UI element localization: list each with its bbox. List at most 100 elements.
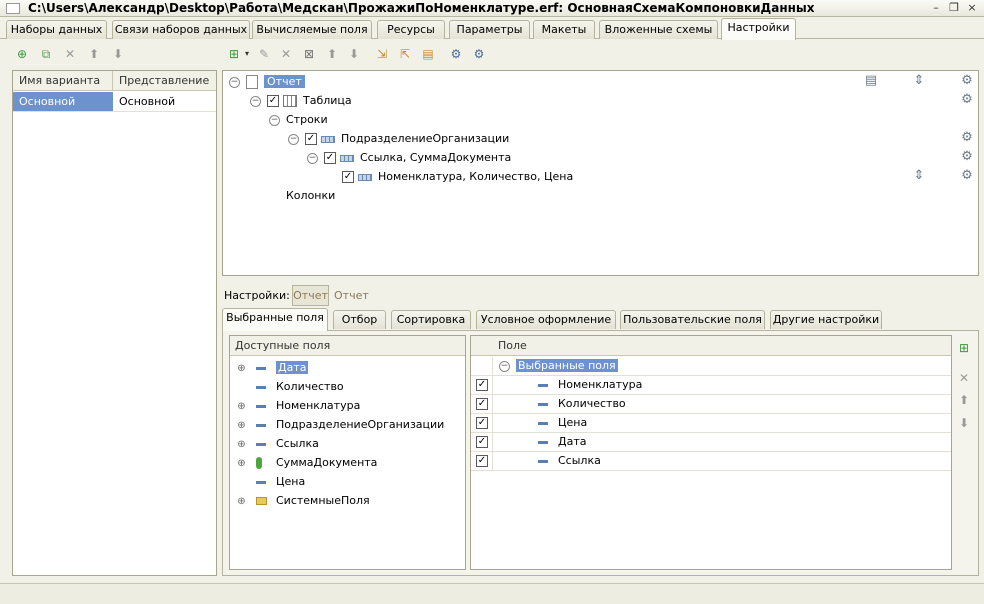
delete-icon[interactable]: ✕: [62, 46, 78, 62]
tree-node-group[interactable]: − ✓ ПодразделениеОрганизации: [288, 130, 509, 148]
move-down-icon[interactable]: ⬇: [346, 46, 362, 62]
available-field[interactable]: ⊕ Номенклатура: [237, 396, 360, 415]
field-label[interactable]: Ссылка: [558, 454, 601, 467]
tab-parameters[interactable]: Параметры: [449, 20, 530, 39]
checkbox[interactable]: ✓: [342, 171, 354, 183]
collapse-icon[interactable]: −: [269, 114, 280, 126]
available-field[interactable]: ⊕ ПодразделениеОрганизации: [237, 415, 444, 434]
field-label[interactable]: Дата: [558, 435, 586, 448]
variant-presentation-cell[interactable]: Основной: [113, 92, 217, 111]
available-field[interactable]: ⊕ СистемныеПоля: [237, 491, 369, 510]
expand-icon[interactable]: ⊕: [237, 401, 246, 411]
settings-mode-button[interactable]: Отчет: [292, 285, 329, 306]
expand-icon[interactable]: ⊕: [237, 496, 246, 506]
table-row[interactable]: Основной Основной: [13, 92, 216, 112]
dropdown-arrow-icon[interactable]: ▾: [239, 46, 255, 62]
table-row[interactable]: ✓ Цена: [471, 414, 951, 433]
checkbox[interactable]: ✓: [476, 455, 488, 467]
collapse-icon[interactable]: −: [250, 95, 261, 107]
available-field[interactable]: ⊕ СуммаДокумента: [237, 453, 377, 472]
field-label[interactable]: Количество: [276, 380, 344, 393]
table-row[interactable]: ✓ Количество: [471, 395, 951, 414]
available-field[interactable]: Количество: [237, 377, 344, 396]
tab-resources[interactable]: Ресурсы: [377, 20, 445, 39]
move-up-icon[interactable]: ⬆: [956, 392, 972, 408]
checkbox[interactable]: ✓: [476, 379, 488, 391]
table-row[interactable]: ✓ Ссылка: [471, 452, 951, 471]
structure-settings-icon[interactable]: ⚙: [448, 46, 464, 62]
column-variant-name[interactable]: Имя варианта: [13, 71, 113, 91]
field-label[interactable]: Количество: [558, 397, 626, 410]
tab-dataset-links[interactable]: Связи наборов данных: [112, 20, 250, 39]
expand-icon[interactable]: ⊕: [237, 420, 246, 430]
tree-node-label[interactable]: Колонки: [286, 189, 335, 202]
tab-calculated-fields[interactable]: Вычисляемые поля: [252, 20, 372, 39]
tab-selected-fields[interactable]: Выбранные поля: [222, 308, 328, 331]
add-icon[interactable]: ⊕: [14, 46, 30, 62]
tree-node-group[interactable]: ✓ Номенклатура, Количество, Цена: [342, 168, 573, 186]
table-row[interactable]: ✓ Дата: [471, 433, 951, 452]
move-up-icon[interactable]: ⬆: [324, 46, 340, 62]
tree-node-columns[interactable]: Колонки: [286, 187, 335, 205]
close-button[interactable]: ×: [964, 1, 980, 15]
tab-other-settings[interactable]: Другие настройки: [770, 310, 882, 329]
tab-templates[interactable]: Макеты: [533, 20, 595, 39]
tree-node-table[interactable]: − ✓ Таблица: [250, 92, 352, 110]
move-up-icon[interactable]: ⬆: [86, 46, 102, 62]
tab-user-fields[interactable]: Пользовательские поля: [620, 310, 765, 329]
move-down-icon[interactable]: ⬇: [110, 46, 126, 62]
column-presentation[interactable]: Представление: [113, 71, 217, 91]
field-label[interactable]: Цена: [558, 416, 587, 429]
edit-icon[interactable]: ✎: [256, 46, 272, 62]
field-label[interactable]: СуммаДокумента: [276, 456, 377, 469]
field-label[interactable]: Ссылка: [276, 437, 319, 450]
field-label[interactable]: ПодразделениеОрганизации: [276, 418, 444, 431]
field-label[interactable]: Номенклатура: [558, 378, 642, 391]
field-label[interactable]: Дата: [276, 361, 309, 374]
tree-node-label[interactable]: Таблица: [303, 94, 352, 107]
field-settings-icon[interactable]: ⚙: [471, 46, 487, 62]
tree-node-report[interactable]: − Отчет: [229, 73, 305, 91]
expand-icon[interactable]: ⊕: [237, 439, 246, 449]
add-field-icon[interactable]: ⊞: [956, 340, 972, 356]
collapse-icon[interactable]: −: [288, 133, 299, 145]
selected-fields-group-row[interactable]: − Выбранные поля: [471, 357, 951, 376]
tab-nested-schemas[interactable]: Вложенные схемы: [599, 20, 718, 39]
tab-conditional-formatting[interactable]: Условное оформление: [476, 310, 616, 329]
restore-button[interactable]: ❐: [946, 1, 962, 15]
tree-node-label[interactable]: Номенклатура, Количество, Цена: [378, 170, 573, 183]
checkbox[interactable]: ✓: [267, 95, 279, 107]
tab-datasets[interactable]: Наборы данных: [6, 20, 107, 39]
copy-icon[interactable]: ⧉: [38, 46, 54, 62]
available-field[interactable]: Цена: [237, 472, 305, 491]
variant-name-cell[interactable]: Основной: [13, 92, 113, 111]
tab-sorting[interactable]: Сортировка: [391, 310, 471, 329]
collapse-icon[interactable]: −: [499, 360, 510, 372]
checkbox[interactable]: ✓: [476, 398, 488, 410]
table-row[interactable]: ✓ Номенклатура: [471, 376, 951, 395]
tree-node-group[interactable]: − ✓ Ссылка, СуммаДокумента: [307, 149, 511, 167]
tab-settings[interactable]: Настройки: [721, 18, 796, 40]
field-label[interactable]: Цена: [276, 475, 305, 488]
tab-filter[interactable]: Отбор: [333, 310, 386, 329]
tree-node-label[interactable]: ПодразделениеОрганизации: [341, 132, 509, 145]
tree-node-label[interactable]: Отчет: [264, 75, 305, 88]
tree-node-rows[interactable]: − Строки: [269, 111, 328, 129]
checkbox[interactable]: ✓: [476, 417, 488, 429]
ungroup-icon[interactable]: ⊠: [301, 46, 317, 62]
available-field[interactable]: ⊕ Ссылка: [237, 434, 319, 453]
expand-icon[interactable]: ⊕: [237, 458, 246, 468]
collapse-icon[interactable]: −: [307, 152, 318, 164]
collapse-icon[interactable]: −: [229, 76, 240, 88]
field-label[interactable]: Номенклатура: [276, 399, 360, 412]
tree-node-label[interactable]: Ссылка, СуммаДокумента: [360, 151, 511, 164]
checkbox[interactable]: ✓: [476, 436, 488, 448]
expand-icon[interactable]: ⊕: [237, 363, 246, 373]
tree-node-label[interactable]: Строки: [286, 113, 328, 126]
checkbox[interactable]: ✓: [324, 152, 336, 164]
delete-icon[interactable]: ✕: [956, 370, 972, 386]
level-down-icon[interactable]: ⇲: [374, 46, 390, 62]
group-label[interactable]: Выбранные поля: [516, 359, 618, 372]
minimize-button[interactable]: –: [928, 1, 944, 15]
level-up-icon[interactable]: ⇱: [397, 46, 413, 62]
